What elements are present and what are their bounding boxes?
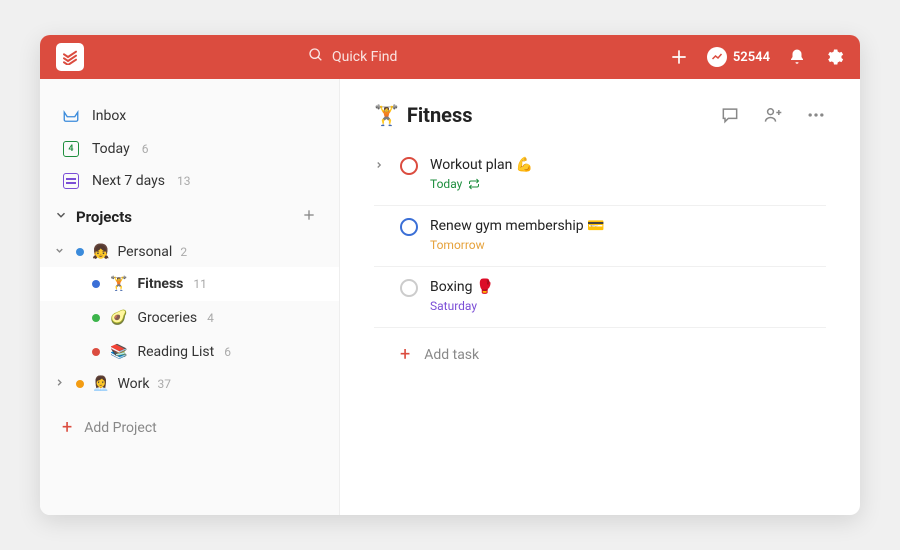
chevron-icon [54, 245, 68, 259]
project-emoji: 🏋️ [110, 276, 127, 292]
search-icon [308, 47, 324, 67]
more-button[interactable] [806, 105, 826, 125]
karma-icon [707, 47, 727, 67]
comments-button[interactable] [720, 105, 740, 125]
project-name: Fitness [137, 276, 183, 292]
project-child-row[interactable]: 🏋️ Fitness 11 [40, 267, 339, 301]
project-row[interactable]: 👧 Personal 2 [40, 237, 339, 267]
plus-icon: + [62, 419, 72, 437]
karma-indicator[interactable]: 52544 [707, 47, 770, 67]
chevron-down-icon [54, 208, 70, 226]
next7-count: 13 [177, 174, 191, 188]
task-checkbox[interactable] [400, 157, 418, 175]
sidebar-item-inbox[interactable]: Inbox [40, 99, 339, 133]
task-title: Renew gym membership 💳 [430, 218, 605, 234]
share-button[interactable] [762, 105, 784, 125]
today-icon: 4 [62, 141, 80, 157]
notifications-button[interactable] [788, 48, 806, 66]
add-project-button[interactable]: + Add Project [40, 409, 339, 447]
project-color-dot [92, 314, 100, 322]
page-title: 🏋️ Fitness [374, 103, 473, 127]
project-child-row[interactable]: 🥑 Groceries 4 [40, 301, 339, 335]
main-panel: 🏋️ Fitness Workout plan 💪 Today Renew gym… [340, 79, 860, 515]
project-color-dot [92, 348, 100, 356]
task-checkbox[interactable] [400, 279, 418, 297]
project-tree: 👧 Personal 2 🏋️ Fitness 11 🥑 Groceries 4 📚 Reading… [40, 237, 339, 399]
topbar: Quick Find 52544 [40, 35, 860, 79]
task-checkbox[interactable] [400, 218, 418, 236]
task-due: Today [430, 177, 533, 191]
task-due: Tomorrow [430, 238, 605, 252]
project-name: Reading List [137, 344, 214, 360]
project-emoji: 👩‍💼 [92, 376, 109, 392]
add-task-label: Add task [424, 347, 479, 363]
sidebar-item-today[interactable]: 4 Today 6 [40, 133, 339, 165]
project-emoji: 🏋️ [374, 103, 399, 127]
app-body: Inbox 4 Today 6 Next 7 days 13 Projects [40, 79, 860, 515]
sidebar-item-next7[interactable]: Next 7 days 13 [40, 165, 339, 197]
settings-button[interactable] [824, 47, 844, 67]
task-title: Workout plan 💪 [430, 157, 533, 173]
project-color-dot [76, 248, 84, 256]
project-name: Work [117, 376, 149, 392]
task-due: Saturday [430, 299, 493, 313]
add-project-icon[interactable] [301, 207, 317, 227]
top-actions: 52544 [669, 47, 844, 67]
recurring-icon [468, 178, 480, 190]
project-emoji: 🥑 [110, 310, 127, 326]
project-name: Groceries [137, 310, 197, 326]
project-child-row[interactable]: 📚 Reading List 6 [40, 335, 339, 369]
task-list: Workout plan 💪 Today Renew gym membership… [374, 145, 826, 328]
chevron-right-icon[interactable] [374, 157, 388, 173]
project-name: Fitness [407, 103, 473, 127]
chevron-icon [54, 377, 68, 391]
search-placeholder: Quick Find [332, 49, 397, 65]
app-logo[interactable] [56, 43, 84, 71]
task-row[interactable]: Boxing 🥊 Saturday [374, 267, 826, 328]
project-row[interactable]: 👩‍💼 Work 37 [40, 369, 339, 399]
app-window: Quick Find 52544 [40, 35, 860, 515]
inbox-icon [62, 107, 80, 125]
project-emoji: 👧 [92, 244, 109, 260]
today-count: 6 [142, 142, 149, 156]
main-header: 🏋️ Fitness [374, 103, 826, 127]
search-input[interactable]: Quick Find [308, 47, 669, 67]
projects-header[interactable]: Projects [40, 197, 339, 237]
next7-label: Next 7 days [92, 173, 165, 189]
project-count: 11 [193, 277, 207, 291]
project-color-dot [76, 380, 84, 388]
sidebar: Inbox 4 Today 6 Next 7 days 13 Projects [40, 79, 340, 515]
project-color-dot [92, 280, 100, 288]
task-row[interactable]: Renew gym membership 💳 Tomorrow [374, 206, 826, 267]
add-task-button[interactable]: + Add task [374, 328, 826, 365]
project-count: 4 [207, 311, 214, 325]
calendar-icon [62, 173, 80, 189]
inbox-label: Inbox [92, 108, 126, 124]
task-row[interactable]: Workout plan 💪 Today [374, 145, 826, 206]
today-label: Today [92, 141, 130, 157]
karma-points: 52544 [733, 50, 770, 65]
quick-add-button[interactable] [669, 47, 689, 67]
project-count: 37 [157, 377, 171, 391]
project-emoji: 📚 [110, 344, 127, 360]
project-count: 6 [224, 345, 231, 359]
project-name: Personal [117, 244, 172, 260]
plus-icon: + [400, 344, 410, 365]
task-title: Boxing 🥊 [430, 279, 493, 295]
project-count: 2 [180, 245, 187, 259]
add-project-label: Add Project [84, 420, 157, 436]
projects-label: Projects [76, 208, 295, 226]
